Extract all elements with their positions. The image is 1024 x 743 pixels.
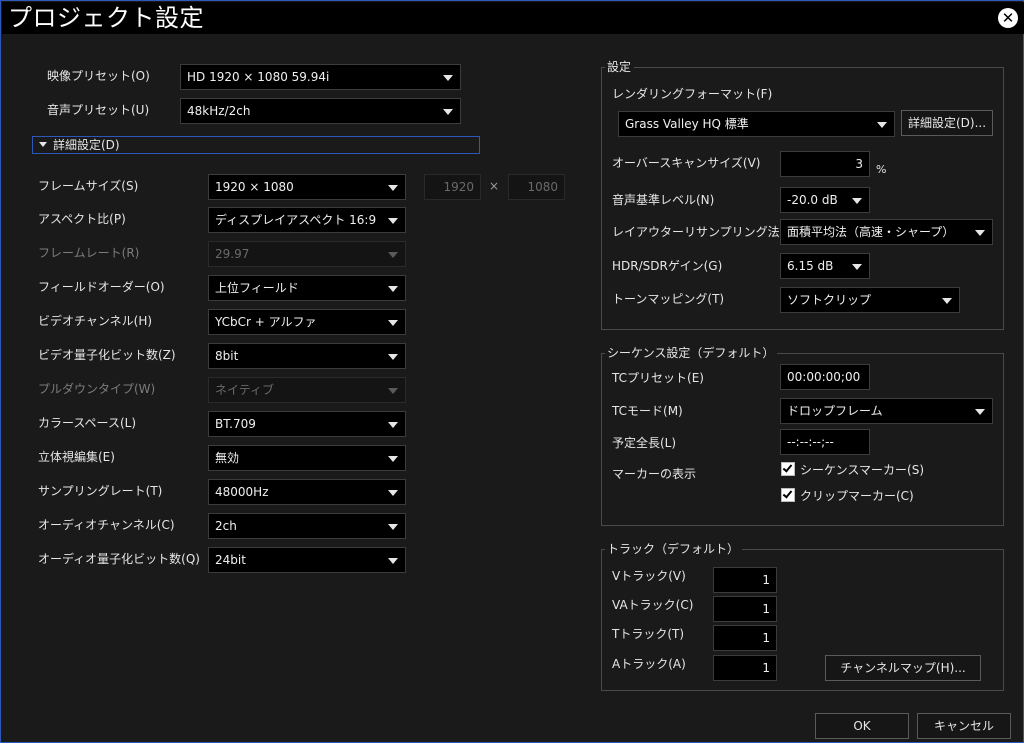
chevron-down-icon [388, 524, 398, 530]
audio-ref-label: 音声基準レベル(N) [612, 193, 715, 207]
chevron-down-icon [852, 264, 862, 270]
video-channel-select[interactable]: YCbCr + アルファ [208, 309, 406, 335]
frame-size-select[interactable]: 1920 × 1080 [208, 174, 406, 200]
video-bits-select[interactable]: 8bit [208, 343, 406, 369]
tc-mode-label: TCモード(M) [612, 404, 683, 418]
video-bits-label: ビデオ量子化ビット数(Z) [38, 348, 176, 362]
render-format-label: レンダリングフォーマット(F) [612, 87, 773, 101]
sequence-group-legend: シーケンス設定（デフォルト） [605, 346, 778, 360]
frame-width-input: 1920 [424, 174, 481, 200]
v-track-input[interactable]: 1 [713, 567, 777, 593]
settings-group-legend: 設定 [605, 60, 635, 74]
chevron-down-icon [388, 185, 398, 191]
stereo-label: 立体視編集(E) [38, 450, 115, 464]
track-group-legend: トラック（デフォルト） [605, 542, 743, 556]
aspect-select[interactable]: ディスプレイアスペクト 16:9 [208, 207, 406, 233]
chevron-down-icon [443, 109, 453, 115]
video-preset-label: 映像プリセット(O) [47, 69, 150, 83]
pulldown-label: プルダウンタイプ(W) [38, 382, 156, 396]
layouter-select[interactable]: 面積平均法（高速・シャープ） [780, 219, 993, 245]
marker-display-label: マーカーの表示 [612, 467, 697, 481]
audio-bits-select[interactable]: 24bit [208, 547, 406, 573]
pulldown-select: ネイティブ [208, 377, 406, 403]
detail-settings-toggle[interactable]: 詳細設定(D) [32, 136, 480, 154]
t-track-label: Tトラック(T) [612, 627, 685, 641]
frame-size-label: フレームサイズ(S) [38, 179, 139, 193]
chevron-down-icon [388, 456, 398, 462]
field-order-select[interactable]: 上位フィールド [208, 275, 406, 301]
length-input[interactable]: --:--:--;-- [780, 429, 870, 455]
va-track-input[interactable]: 1 [713, 596, 777, 622]
audio-bits-label: オーディオ量子化ビット数(Q) [38, 552, 200, 566]
a-track-input[interactable]: 1 [713, 655, 777, 681]
length-label: 予定全長(L) [612, 436, 677, 450]
chevron-down-icon [388, 388, 398, 394]
chevron-down-icon [388, 218, 398, 224]
overscan-unit: % [876, 163, 887, 176]
project-settings-dialog: プロジェクト設定 ✕ 映像プリセット(O) HD 1920 × 1080 59.… [0, 0, 1024, 743]
chevron-down-icon [388, 490, 398, 496]
audio-ref-select[interactable]: -20.0 dB [780, 187, 870, 213]
tc-preset-label: TCプリセット(E) [612, 371, 704, 385]
title-bar: プロジェクト設定 ✕ [2, 2, 1024, 34]
chevron-down-icon [975, 230, 985, 236]
video-preset-select[interactable]: HD 1920 × 1080 59.94i [180, 64, 461, 90]
tone-mapping-select[interactable]: ソフトクリップ [780, 287, 960, 313]
stereo-select[interactable]: 無効 [208, 445, 406, 471]
chevron-down-icon [975, 409, 985, 415]
chevron-down-icon [388, 252, 398, 258]
video-channel-label: ビデオチャンネル(H) [38, 314, 153, 328]
chevron-down-icon [443, 75, 453, 81]
chevron-down-icon [388, 354, 398, 360]
tone-mapping-label: トーンマッピング(T) [612, 292, 725, 306]
sampling-rate-label: サンプリングレート(T) [38, 484, 163, 498]
aspect-label: アスペクト比(P) [38, 212, 126, 226]
audio-preset-label: 音声プリセット(U) [47, 103, 150, 117]
clip-marker-label[interactable]: クリップマーカー(C) [800, 489, 914, 503]
t-track-input[interactable]: 1 [713, 625, 777, 651]
frame-rate-select: 29.97 [208, 241, 406, 267]
tc-mode-select[interactable]: ドロップフレーム [780, 398, 993, 424]
chevron-down-icon [877, 122, 887, 128]
cancel-button[interactable]: キャンセル [917, 713, 1011, 739]
chevron-down-icon [388, 422, 398, 428]
a-track-label: Aトラック(A) [612, 657, 686, 671]
clip-marker-checkbox[interactable] [781, 488, 795, 502]
overscan-label: オーバースキャンサイズ(V) [612, 156, 761, 170]
chevron-down-icon [388, 286, 398, 292]
ok-button[interactable]: OK [815, 713, 909, 739]
sequence-marker-checkbox[interactable] [781, 462, 795, 476]
dialog-title: プロジェクト設定 [8, 4, 204, 32]
times-sign: × [489, 179, 500, 193]
audio-preset-select[interactable]: 48kHz/2ch [180, 98, 461, 124]
checkmark-icon [782, 488, 793, 499]
frame-rate-label: フレームレート(R) [38, 246, 140, 260]
chevron-down-icon [942, 298, 952, 304]
chevron-down-icon [388, 558, 398, 564]
sequence-marker-label[interactable]: シーケンスマーカー(S) [800, 463, 924, 477]
field-order-label: フィールドオーダー(O) [38, 280, 165, 294]
close-icon[interactable]: ✕ [998, 8, 1018, 28]
audio-channel-label: オーディオチャンネル(C) [38, 518, 175, 532]
overscan-input[interactable]: 3 [780, 151, 870, 177]
tc-preset-input[interactable]: 00:00:00;00 [780, 364, 870, 390]
color-space-select[interactable]: BT.709 [208, 411, 406, 437]
color-space-label: カラースペース(L) [38, 416, 137, 430]
render-format-select[interactable]: Grass Valley HQ 標準 [618, 111, 895, 137]
hdr-gain-select[interactable]: 6.15 dB [780, 253, 870, 279]
chevron-down-icon [388, 320, 398, 326]
checkmark-icon [782, 462, 793, 473]
triangle-down-icon [39, 142, 47, 147]
hdr-gain-label: HDR/SDRゲイン(G) [612, 259, 723, 273]
channel-map-button[interactable]: チャンネルマップ(H)... [825, 655, 981, 681]
v-track-label: Vトラック(V) [612, 569, 686, 583]
render-detail-button[interactable]: 詳細設定(D)... [901, 110, 993, 136]
va-track-label: VAトラック(C) [612, 598, 694, 612]
sampling-rate-select[interactable]: 48000Hz [208, 479, 406, 505]
frame-height-input: 1080 [508, 174, 565, 200]
chevron-down-icon [852, 198, 862, 204]
audio-channel-select[interactable]: 2ch [208, 513, 406, 539]
layouter-label: レイアウターリサンプリング法(R) [612, 225, 798, 239]
